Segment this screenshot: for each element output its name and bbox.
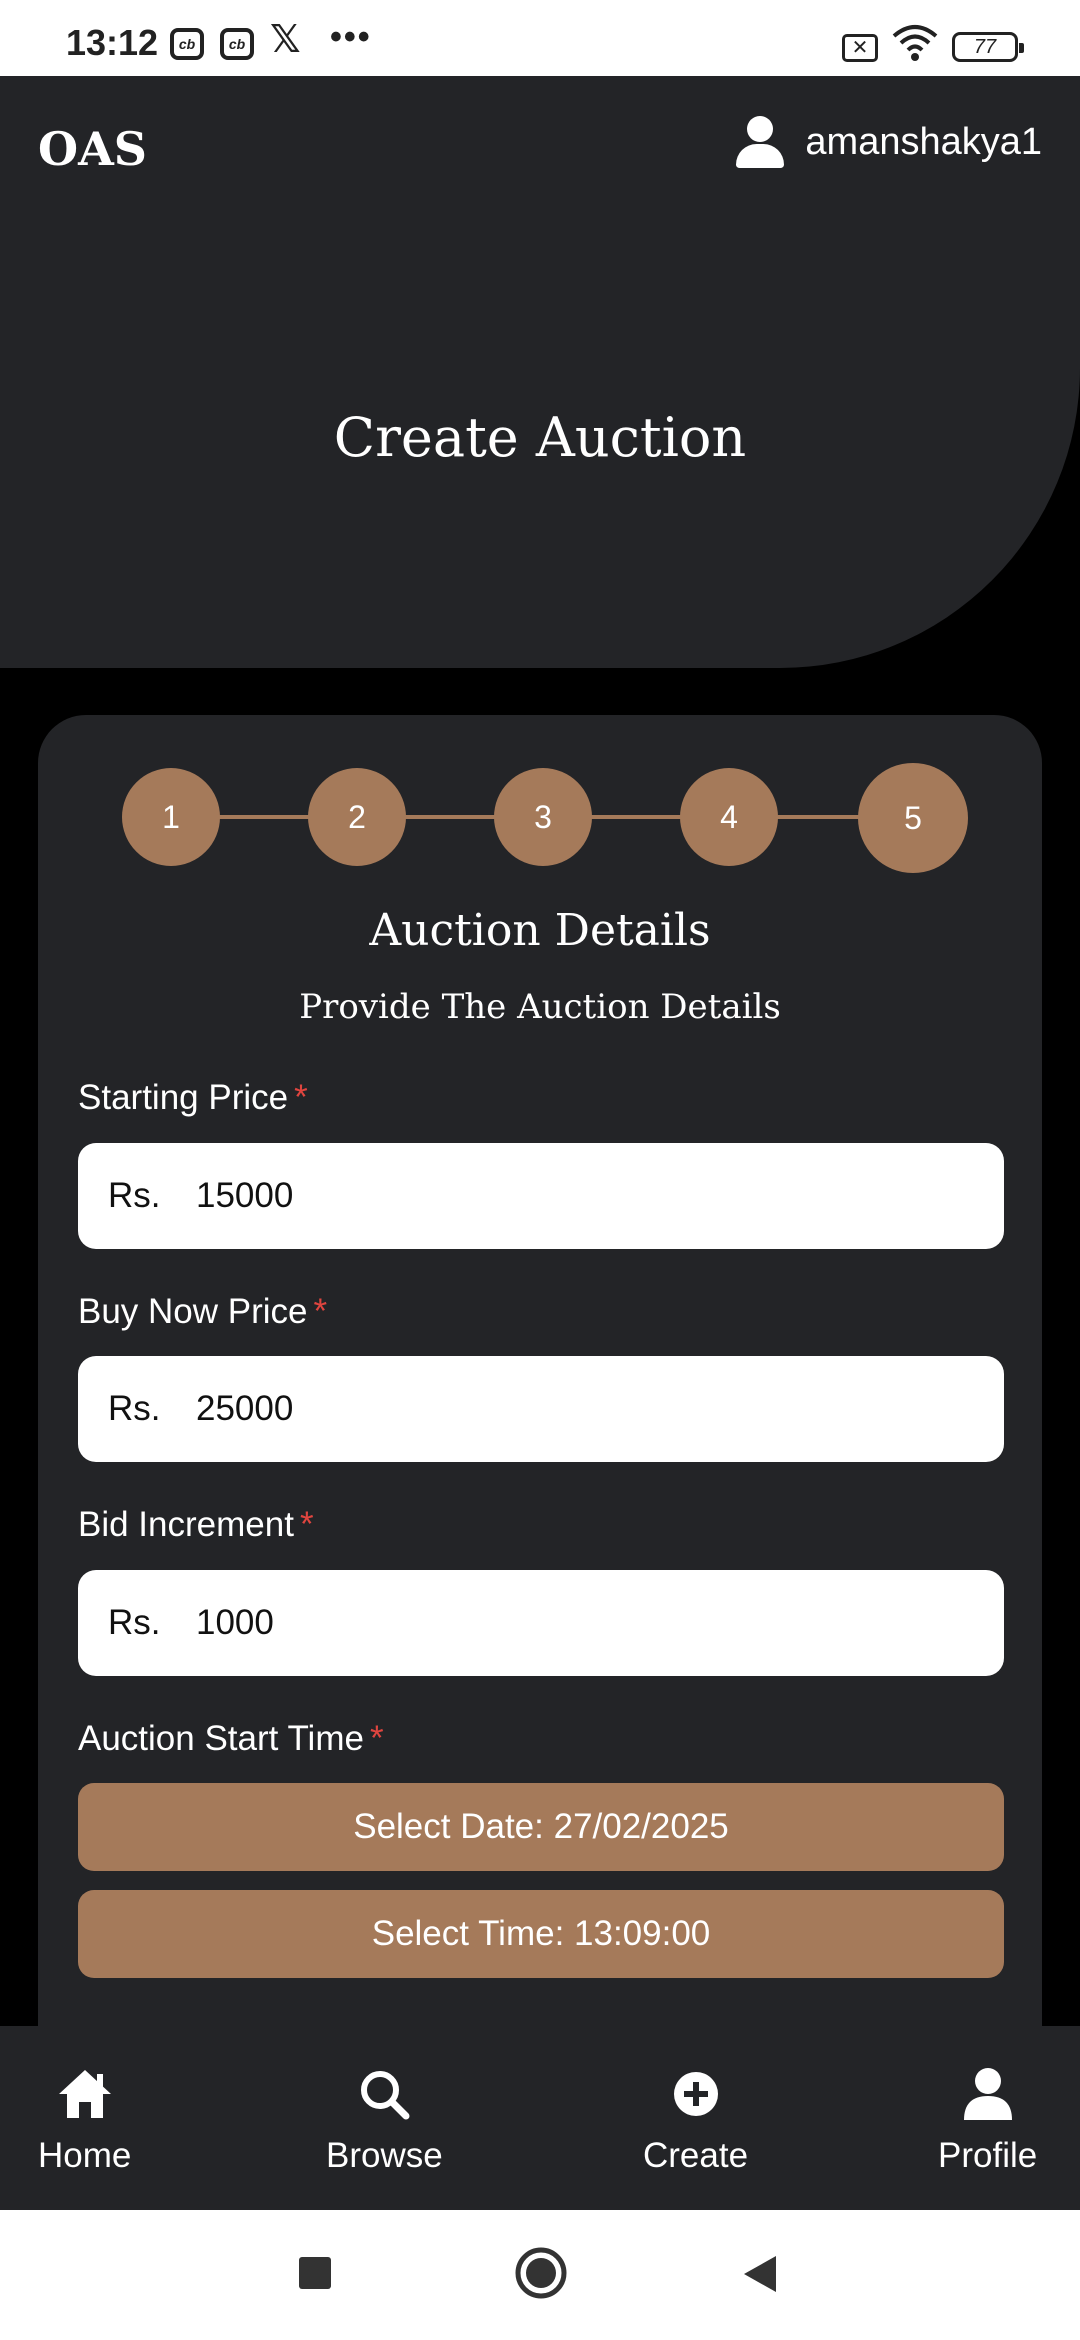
person-icon xyxy=(963,2066,1013,2122)
nav-browse[interactable]: Browse xyxy=(326,2066,443,2176)
back-triangle-icon[interactable] xyxy=(742,2254,778,2299)
plus-circle-icon xyxy=(672,2066,720,2122)
bottom-nav: Home Browse Create Profile xyxy=(0,2026,1080,2210)
app-logo[interactable]: OAS xyxy=(38,122,147,176)
starting-price-value: 15000 xyxy=(196,1176,294,1215)
currency-prefix: Rs. xyxy=(108,1603,161,1642)
nav-browse-label: Browse xyxy=(326,2136,443,2175)
nav-profile[interactable]: Profile xyxy=(938,2066,1037,2176)
nav-home[interactable]: Home xyxy=(38,2066,131,2176)
wifi-icon xyxy=(892,25,938,61)
select-time-button[interactable]: Select Time: 13:09:00 xyxy=(78,1890,1004,1978)
section-title: Auction Details xyxy=(369,905,711,956)
x-icon: 𝕏 xyxy=(270,18,301,61)
buy-now-price-input[interactable]: Rs. 25000 xyxy=(78,1356,1004,1462)
stepper: 1 2 3 4 5 xyxy=(122,763,984,873)
starting-price-input[interactable]: Rs. 15000 xyxy=(78,1143,1004,1249)
bid-increment-input[interactable]: Rs. 1000 xyxy=(78,1570,1004,1676)
header: OAS amanshakya1 Create Auction xyxy=(0,76,1080,668)
buy-now-price-value: 25000 xyxy=(196,1389,294,1428)
user-menu[interactable]: amanshakya1 xyxy=(735,116,1042,168)
recents-square-icon[interactable] xyxy=(298,2256,332,2295)
home-icon xyxy=(57,2066,113,2122)
nav-profile-label: Profile xyxy=(938,2136,1038,2175)
no-sim-icon: ✕ xyxy=(842,34,878,62)
required-marker: * xyxy=(313,1292,328,1331)
battery-icon: 77 xyxy=(952,32,1024,62)
page-title: Create Auction xyxy=(333,406,747,469)
more-dots-icon: ••• xyxy=(330,17,372,56)
section-subtitle: Provide The Auction Details xyxy=(299,987,781,1027)
person-icon xyxy=(735,116,785,168)
search-icon xyxy=(358,2066,410,2122)
starting-price-label: Starting Price * xyxy=(78,1078,308,1117)
step-1[interactable]: 1 xyxy=(122,768,220,866)
select-date-button[interactable]: Select Date: 27/02/2025 xyxy=(78,1783,1004,1871)
required-marker: * xyxy=(294,1078,308,1117)
cb-icon: cb xyxy=(170,28,204,60)
cb-icon: cb xyxy=(220,28,254,60)
auction-form-card: 1 2 3 4 5 Auction Details Provide The Au… xyxy=(38,715,1042,2115)
bid-increment-label: Bid Increment * xyxy=(78,1505,314,1544)
buy-now-price-label: Buy Now Price * xyxy=(78,1292,328,1331)
nav-create[interactable]: Create xyxy=(643,2066,748,2176)
status-bar: 13:12 cb cb 𝕏 ••• ✕ 77 xyxy=(0,0,1080,76)
currency-prefix: Rs. xyxy=(108,1389,161,1428)
username: amanshakya1 xyxy=(805,120,1042,163)
home-circle-icon[interactable] xyxy=(514,2246,568,2305)
required-marker: * xyxy=(369,1719,384,1758)
step-4[interactable]: 4 xyxy=(680,768,778,866)
currency-prefix: Rs. xyxy=(108,1176,161,1215)
bid-increment-value: 1000 xyxy=(196,1603,274,1642)
nav-create-label: Create xyxy=(643,2136,749,2175)
status-time: 13:12 xyxy=(66,22,159,63)
step-5-active[interactable]: 5 xyxy=(858,763,968,873)
system-nav-bar xyxy=(0,2210,1080,2340)
auction-start-time-label: Auction Start Time * xyxy=(78,1719,384,1758)
required-marker: * xyxy=(299,1505,314,1544)
step-2[interactable]: 2 xyxy=(308,768,406,866)
step-3[interactable]: 3 xyxy=(494,768,592,866)
nav-home-label: Home xyxy=(38,2136,132,2175)
